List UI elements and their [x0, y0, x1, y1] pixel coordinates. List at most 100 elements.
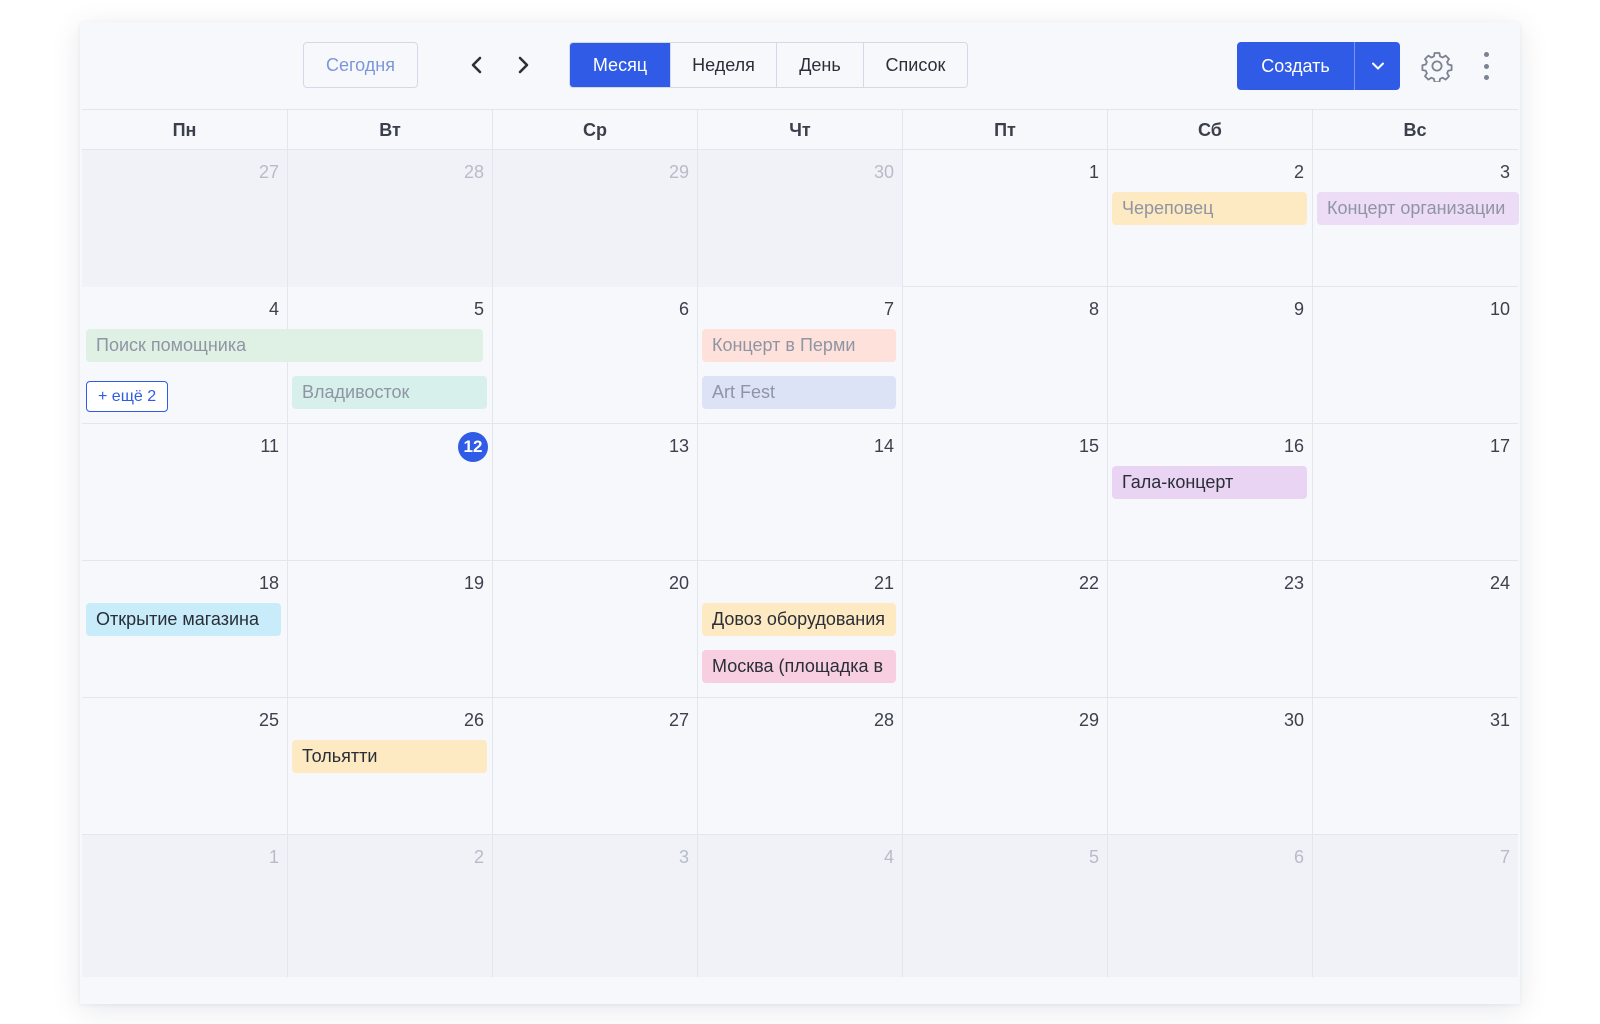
day-number: 28	[463, 162, 484, 182]
day-number: 30	[1283, 710, 1304, 730]
create-dropdown-button[interactable]	[1355, 42, 1400, 90]
event-store-opening[interactable]: Открытие магазина	[86, 603, 281, 636]
day-cell[interactable]: 7	[1312, 835, 1518, 977]
day-cell-today[interactable]: 12	[287, 424, 492, 561]
day-cell[interactable]: 10	[1312, 287, 1518, 424]
event-equipment-delivery[interactable]: Довоз оборудования	[702, 603, 896, 636]
event-moscow[interactable]: Москва (площадка в	[702, 650, 896, 683]
more-options-button[interactable]	[1480, 52, 1492, 80]
weekday-label: Сб	[1107, 110, 1312, 150]
day-cell[interactable]: 30	[1107, 698, 1312, 835]
day-cell[interactable]: 3	[492, 835, 697, 977]
today-day-number: 12	[458, 432, 488, 462]
day-cell[interactable]: 29	[902, 698, 1107, 835]
day-cell[interactable]: 2 Череповец	[1107, 150, 1312, 287]
day-cell[interactable]: 28	[287, 150, 492, 287]
today-button[interactable]: Сегодня	[303, 42, 418, 88]
day-number: 23	[1283, 573, 1304, 593]
day-cell[interactable]: 2	[287, 835, 492, 977]
view-day-button[interactable]: День	[776, 43, 863, 87]
event-vladivostok[interactable]: Владивосток	[292, 376, 487, 409]
view-month-button[interactable]: Месяц	[570, 43, 670, 87]
day-number: 25	[258, 710, 279, 730]
day-cell[interactable]: 14	[697, 424, 902, 561]
day-number: 29	[1078, 710, 1099, 730]
calendar-card: Сегодня Месяц Неделя День Список Создать	[80, 22, 1520, 1004]
day-cell[interactable]: 3 Концерт организации	[1312, 150, 1519, 287]
day-cell[interactable]: 6	[1107, 835, 1312, 977]
gear-icon	[1421, 52, 1453, 84]
day-cell[interactable]: 28	[697, 698, 902, 835]
day-number: 27	[258, 162, 279, 182]
day-cell[interactable]: 13	[492, 424, 697, 561]
day-cell[interactable]: 18 Открытие магазина	[82, 561, 287, 698]
day-cell[interactable]: 29	[492, 150, 697, 287]
day-number: 6	[1293, 847, 1304, 867]
day-number: 28	[873, 710, 894, 730]
day-cell[interactable]: 19	[287, 561, 492, 698]
day-cell[interactable]: 8	[902, 287, 1107, 424]
event-gala-concert[interactable]: Гала-концерт	[1112, 466, 1307, 499]
day-cell[interactable]: 7 Концерт в Перми Art Fest	[697, 287, 902, 424]
day-number: 3	[678, 847, 689, 867]
day-cell[interactable]: 11	[82, 424, 287, 561]
event-art-fest[interactable]: Art Fest	[702, 376, 896, 409]
day-number: 5	[473, 299, 484, 319]
weekday-label: Вт	[287, 110, 492, 150]
event-assistant-search[interactable]: Поиск помощника	[86, 329, 483, 362]
day-cell[interactable]: 21 Довоз оборудования Москва (площадка в	[697, 561, 902, 698]
day-cell[interactable]: 15	[902, 424, 1107, 561]
view-week-button[interactable]: Неделя	[670, 43, 776, 87]
day-number: 2	[473, 847, 484, 867]
event-concert-perm[interactable]: Концерт в Перми	[702, 329, 896, 362]
event-tolyatti[interactable]: Тольятти	[292, 740, 487, 773]
previous-month-button[interactable]	[466, 54, 488, 76]
week-row: 25 26 Тольятти 27 28 29 30 31	[82, 698, 1518, 835]
week-row: 11 12 13 14 15 16 Гала-концерт 17	[82, 424, 1518, 561]
day-cell[interactable]: 16 Гала-концерт	[1107, 424, 1312, 561]
day-cell[interactable]: 17	[1312, 424, 1518, 561]
day-number: 7	[1499, 847, 1510, 867]
day-cell[interactable]: 31	[1312, 698, 1518, 835]
chevron-left-icon	[471, 56, 482, 74]
day-cell[interactable]: 25	[82, 698, 287, 835]
event-cherepovets[interactable]: Череповец	[1112, 192, 1307, 225]
day-number: 21	[873, 573, 894, 593]
day-number: 3	[1499, 162, 1510, 182]
day-number: 16	[1283, 436, 1304, 456]
day-cell[interactable]: 22	[902, 561, 1107, 698]
day-cell[interactable]: 30	[697, 150, 902, 287]
day-cell[interactable]: 20	[492, 561, 697, 698]
day-cell[interactable]: 26 Тольятти	[287, 698, 492, 835]
more-events-button[interactable]: + ещё 2	[86, 381, 169, 412]
event-concert-organization[interactable]: Концерт организации	[1317, 192, 1519, 225]
create-button[interactable]: Создать	[1237, 42, 1354, 90]
month-grid: Пн Вт Ср Чт Пт Сб Вс 27 28 29 30 1 2 Чер…	[82, 109, 1519, 1004]
day-cell[interactable]: 1	[902, 150, 1107, 287]
next-month-button[interactable]	[512, 54, 534, 76]
day-number: 31	[1489, 710, 1510, 730]
day-cell[interactable]: 9	[1107, 287, 1312, 424]
chevron-down-icon	[1371, 62, 1384, 70]
day-cell[interactable]: 24	[1312, 561, 1518, 698]
settings-button[interactable]	[1421, 50, 1453, 84]
day-number: 6	[678, 299, 689, 319]
day-cell[interactable]: 23	[1107, 561, 1312, 698]
day-cell[interactable]: 27	[82, 150, 287, 287]
day-cell[interactable]: 5	[902, 835, 1107, 977]
day-number: 24	[1489, 573, 1510, 593]
calendar-toolbar: Сегодня Месяц Неделя День Список Создать	[80, 22, 1520, 110]
day-number: 26	[463, 710, 484, 730]
day-cell[interactable]: 1	[82, 835, 287, 977]
weekday-label: Ср	[492, 110, 697, 150]
day-number: 7	[883, 299, 894, 319]
day-number: 11	[260, 436, 279, 456]
day-cell[interactable]: 27	[492, 698, 697, 835]
week-row: 27 28 29 30 1 2 Череповец 3 Концерт орга…	[82, 150, 1519, 287]
weekday-label: Пт	[902, 110, 1107, 150]
day-cell[interactable]: 4	[697, 835, 902, 977]
week-row: 4 + ещё 2 5 Владивосток 6 7 Концерт в Пе…	[82, 287, 1518, 424]
day-cell[interactable]: 6	[492, 287, 697, 424]
view-list-button[interactable]: Список	[863, 43, 967, 87]
day-number: 18	[258, 573, 279, 593]
